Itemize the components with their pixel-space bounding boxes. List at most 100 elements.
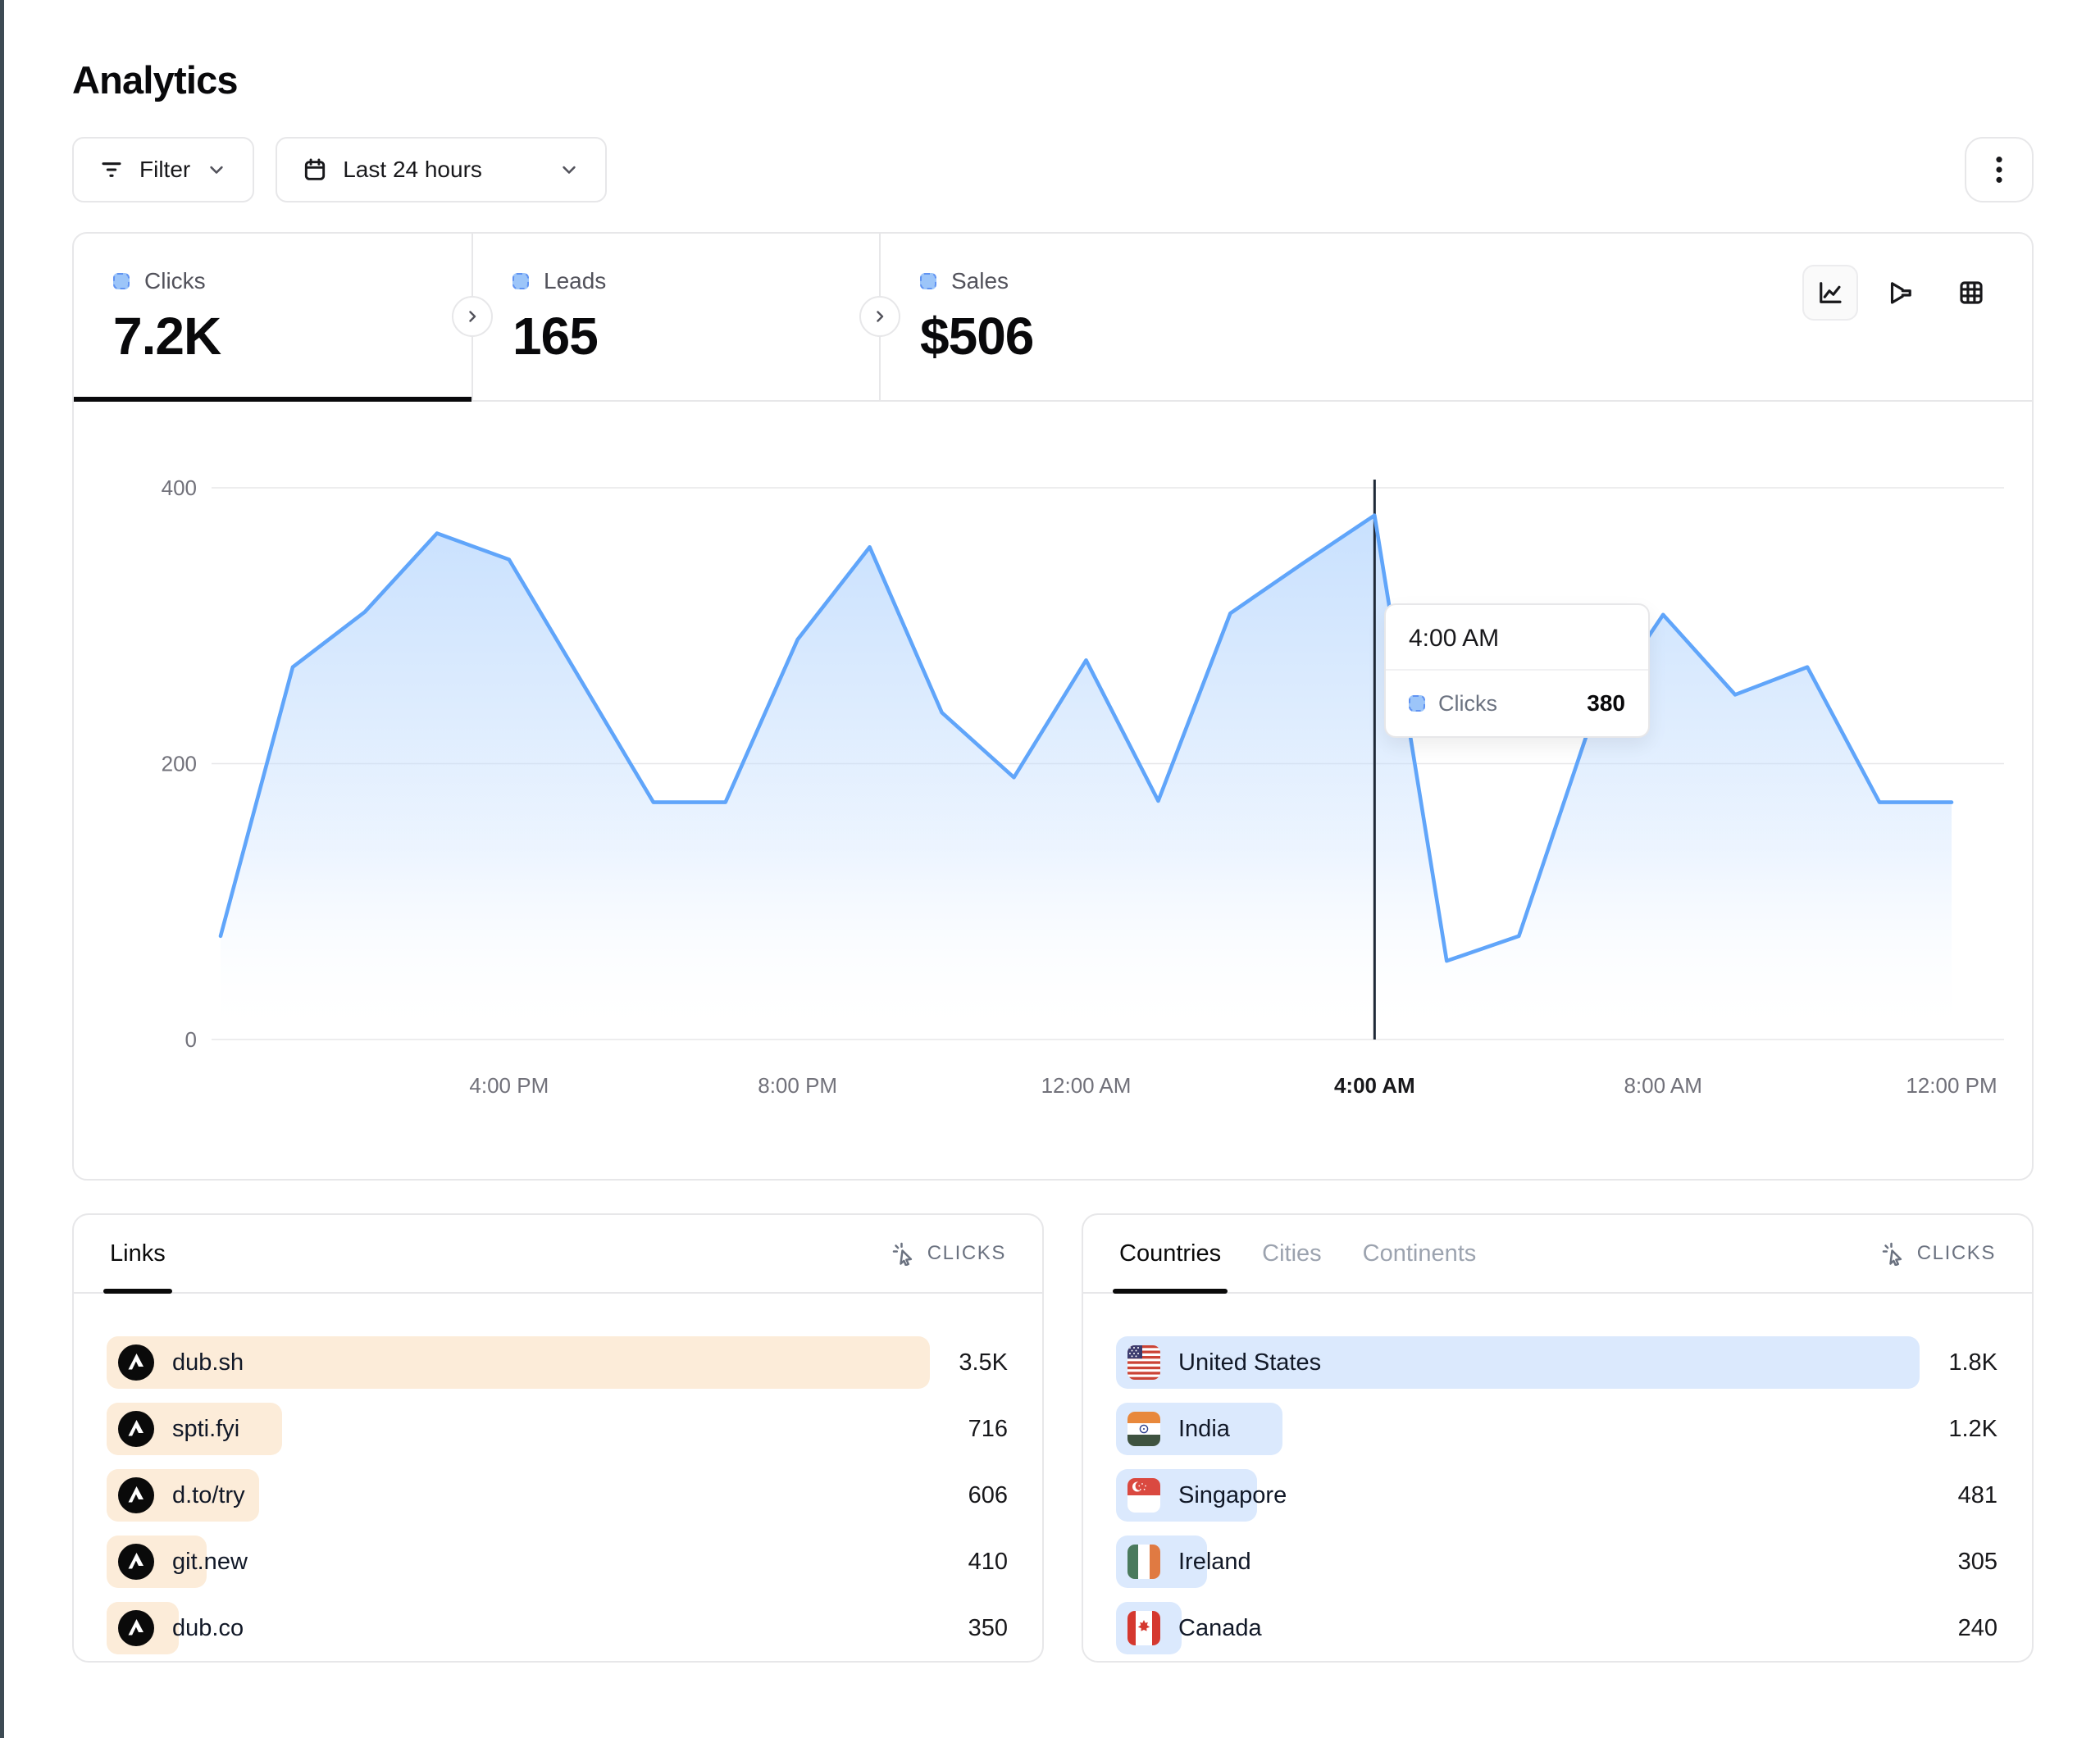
clicks-chart-region[interactable]: 02004004:00 PM8:00 PM12:00 AM4:00 AM8:00…: [74, 402, 2032, 1179]
x-tick-label: 4:00 AM: [1334, 1073, 1415, 1098]
list-item[interactable]: dub.co 350: [107, 1602, 1008, 1654]
flag-sg-icon: [1127, 1478, 1160, 1513]
row-label: git.new: [172, 1549, 248, 1576]
row-value: 350: [968, 1615, 1008, 1642]
row-content: git.new: [107, 1544, 248, 1580]
list-item[interactable]: d.to/try606: [107, 1469, 1008, 1522]
dub-logo-icon: [118, 1411, 154, 1447]
row-label: India: [1178, 1416, 1230, 1443]
row-label: spti.fyi: [172, 1416, 239, 1443]
line-chart-view-button[interactable]: [1802, 265, 1858, 321]
y-tick-label: 200: [162, 752, 197, 776]
row-content: dub.sh: [107, 1344, 244, 1381]
filter-lines-icon: [98, 157, 125, 183]
chart-area-fill: [221, 516, 1952, 1040]
window-edge: [0, 0, 4, 1738]
list-item[interactable]: Ireland 305: [1116, 1536, 1998, 1588]
flag-in-icon: [1127, 1412, 1160, 1446]
tab-sales[interactable]: Sales $506: [879, 234, 1305, 400]
filter-button[interactable]: Filter: [72, 137, 254, 202]
tab-countries[interactable]: Countries: [1119, 1215, 1221, 1292]
stat-value: 165: [512, 306, 879, 366]
row-value: 240: [1958, 1615, 1998, 1642]
kebab-menu-icon: [1985, 152, 2013, 188]
funnel-chart-view-button[interactable]: [1873, 265, 1929, 321]
date-range-button[interactable]: Last 24 hours: [276, 137, 607, 202]
stat-label: Leads: [544, 268, 606, 294]
value-bar-area: [1116, 1403, 1920, 1455]
row-value: 481: [1958, 1482, 1998, 1509]
tab-cities[interactable]: Cities: [1262, 1215, 1322, 1292]
row-label: d.to/try: [172, 1482, 245, 1509]
tab-leads[interactable]: Leads 165: [471, 234, 879, 400]
row-content: Singapore: [1116, 1478, 1287, 1513]
x-tick-label: 8:00 AM: [1624, 1073, 1701, 1098]
chevron-down-icon: [558, 158, 581, 181]
links-panel-header: Links CLICKS: [74, 1215, 1042, 1294]
list-item[interactable]: Singapore 481: [1116, 1469, 1998, 1522]
list-item[interactable]: Canada 240: [1116, 1602, 1998, 1654]
tab-links[interactable]: Links: [110, 1215, 166, 1292]
row-content: spti.fyi: [107, 1411, 239, 1447]
clicks-area-chart: 02004004:00 PM8:00 PM12:00 AM4:00 AM8:00…: [74, 402, 2032, 1179]
row-content: United States: [1116, 1345, 1321, 1380]
metric-label: CLICKS: [927, 1242, 1006, 1265]
stat-value: 7.2K: [113, 306, 471, 366]
tab-label: Links: [110, 1240, 166, 1267]
row-value: 716: [968, 1416, 1008, 1443]
date-range-label: Last 24 hours: [343, 157, 482, 183]
tab-clicks[interactable]: Clicks 7.2K: [74, 234, 471, 400]
list-item[interactable]: dub.sh3.5K: [107, 1336, 1008, 1389]
tab-label: Cities: [1262, 1240, 1322, 1267]
toolbar: Filter Last 24 hours: [72, 137, 2034, 202]
table-view-button[interactable]: [1943, 265, 1999, 321]
list-item[interactable]: India 1.2K: [1116, 1403, 1998, 1455]
links-panel: Links CLICKS dub.sh3.5K spti.fyi 716 d.to/t…: [72, 1213, 1044, 1663]
flag-us-icon: [1127, 1345, 1160, 1380]
more-options-button[interactable]: [1965, 137, 2034, 202]
tab-label: Countries: [1119, 1240, 1221, 1267]
chevron-down-icon: [205, 158, 228, 181]
chart-tooltip: 4:00 AM Clicks 380: [1384, 603, 1650, 738]
links-metric-toggle[interactable]: CLICKS: [891, 1241, 1006, 1266]
expand-leads-button[interactable]: [452, 296, 493, 337]
y-tick-label: 400: [162, 475, 197, 500]
x-tick-label: 8:00 PM: [758, 1073, 837, 1098]
dub-logo-icon: [118, 1477, 154, 1513]
list-item[interactable]: United States1.8K: [1116, 1336, 1998, 1389]
tooltip-time: 4:00 AM: [1386, 605, 1648, 671]
cursor-click-icon: [891, 1241, 916, 1266]
row-content: dub.co: [107, 1610, 244, 1646]
clicks-legend-chip: [113, 273, 130, 289]
list-item[interactable]: git.new410: [107, 1536, 1008, 1588]
row-label: Canada: [1178, 1615, 1262, 1642]
row-value: 1.2K: [1948, 1416, 1998, 1443]
row-label: Ireland: [1178, 1549, 1251, 1576]
stat-label: Clicks: [144, 268, 206, 294]
chart-type-switcher: [1802, 265, 1999, 321]
tab-continents[interactable]: Continents: [1363, 1215, 1477, 1292]
expand-sales-button[interactable]: [859, 296, 900, 337]
row-label: Singapore: [1178, 1482, 1287, 1509]
links-list: dub.sh3.5K spti.fyi 716 d.to/try606 git.new4…: [74, 1294, 1042, 1654]
dub-logo-icon: [118, 1544, 154, 1580]
row-content: Canada: [1116, 1611, 1262, 1645]
tooltip-value: 380: [1587, 690, 1625, 717]
list-item[interactable]: spti.fyi 716: [107, 1403, 1008, 1455]
x-tick-label: 12:00 PM: [1906, 1073, 1997, 1098]
metric-label: CLICKS: [1917, 1242, 1996, 1265]
breakdown-panels: Links CLICKS dub.sh3.5K spti.fyi 716 d.to/t…: [72, 1213, 2034, 1663]
dub-logo-icon: [118, 1610, 154, 1646]
calendar-icon: [302, 157, 328, 183]
countries-panel: Countries Cities Continents CLICKS Unite…: [1082, 1213, 2034, 1663]
stats-tabs: Clicks 7.2K Leads 165: [74, 234, 2032, 402]
y-tick-label: 0: [185, 1027, 197, 1052]
tooltip-legend-chip: [1409, 695, 1425, 712]
analytics-page: Analytics Filter Last 24 hours: [72, 0, 2034, 1663]
stat-value: $506: [920, 306, 1305, 366]
countries-panel-header: Countries Cities Continents CLICKS: [1083, 1215, 2032, 1294]
countries-metric-toggle[interactable]: CLICKS: [1881, 1241, 1996, 1266]
row-value: 305: [1958, 1549, 1998, 1576]
tooltip-series-label: Clicks: [1438, 691, 1497, 717]
tab-label: Continents: [1363, 1240, 1477, 1267]
